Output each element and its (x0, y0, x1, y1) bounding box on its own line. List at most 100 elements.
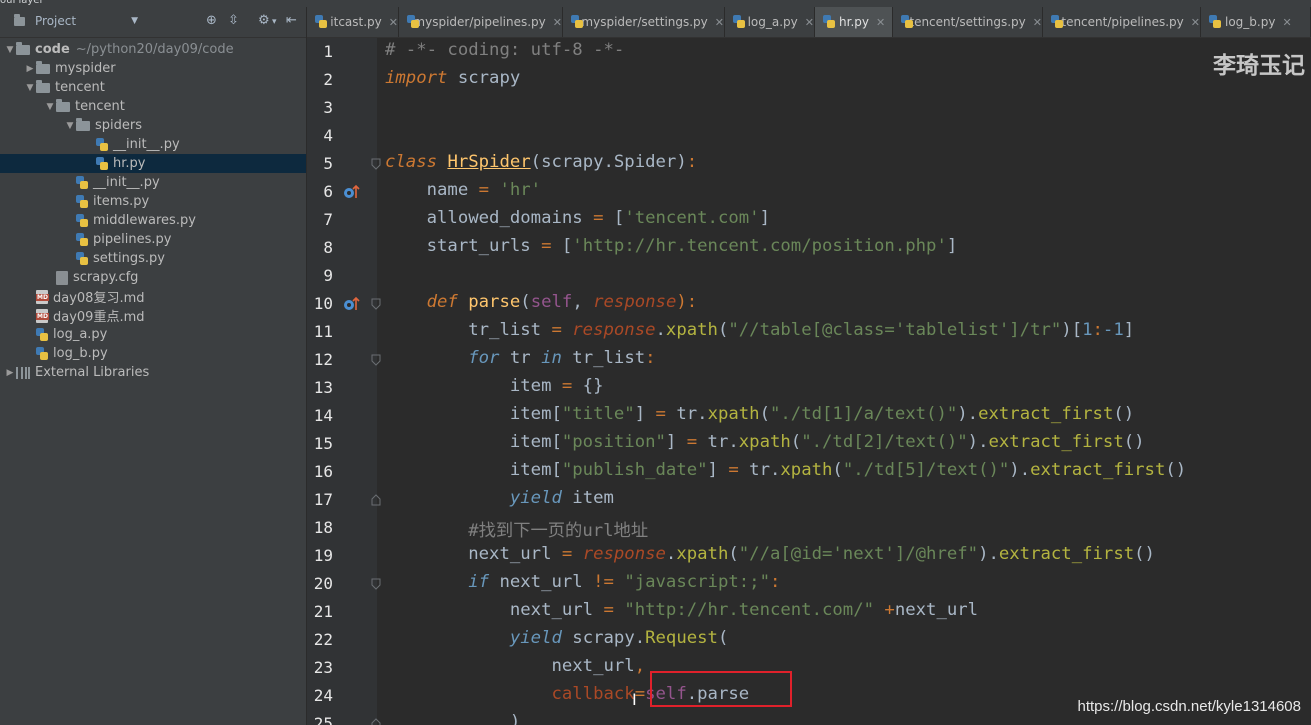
tree-item[interactable]: hr.py (0, 154, 306, 173)
fold-open-icon[interactable] (371, 578, 381, 590)
tab-log-a-py[interactable]: log_a.py ✕ (725, 7, 815, 37)
tree-item[interactable]: ▼ spiders (0, 116, 306, 135)
fold-close-icon[interactable] (371, 718, 381, 725)
tab-label: hr.py (839, 15, 869, 29)
close-icon[interactable]: ✕ (553, 16, 562, 29)
gear-icon[interactable]: ⚙ (258, 13, 270, 28)
tab-itcast-py[interactable]: itcast.py ✕ (307, 7, 399, 37)
hide-panel-icon[interactable]: ⇤ (286, 13, 297, 28)
tree-item[interactable]: scrapy.cfg (0, 268, 306, 287)
tree-item[interactable]: log_b.py (0, 344, 306, 363)
editor-gutter: 1 2 3 4 5 6 7 8 9 10 11 12 13 14 15 16 17 18 19 20 21 22 23 24 2… (307, 38, 381, 725)
tab-myspider-settings-py[interactable]: myspider/settings.py ✕ (563, 7, 725, 37)
locate-icon[interactable]: ⊕ (206, 13, 217, 28)
tree-item-label: spiders (95, 118, 143, 133)
python-file-icon (571, 15, 584, 29)
code-line-17: yield item (509, 488, 614, 508)
chevron-down-icon[interactable]: ▼ (24, 83, 36, 93)
override-marker-icon[interactable] (343, 184, 361, 204)
override-marker-icon[interactable] (343, 296, 361, 316)
tree-item[interactable]: ▼ tencent (0, 78, 306, 97)
line-number: 23 (313, 658, 333, 677)
python-file-icon (901, 15, 915, 29)
config-file-icon (56, 270, 68, 285)
tree-item-label: settings.py (93, 251, 165, 266)
library-icon (16, 366, 30, 379)
python-file-icon (733, 15, 745, 29)
code-editor[interactable]: 1 2 3 4 5 6 7 8 9 10 11 12 13 14 15 16 17 18 19 20 21 22 23 24 2… (307, 38, 1311, 725)
tree-item-path: ~/python20/day09/code (75, 42, 234, 57)
tree-item[interactable]: settings.py (0, 249, 306, 268)
tab-label: log_a.py (747, 15, 798, 29)
tree-item[interactable]: __init__.py (0, 135, 306, 154)
tree-item[interactable]: ▼ tencent (0, 97, 306, 116)
chevron-down-icon[interactable]: ▼ (4, 45, 16, 55)
tree-item[interactable]: __init__.py (0, 173, 306, 192)
tab-myspider-pipelines-py[interactable]: myspider/pipelines.py ✕ (399, 7, 563, 37)
line-number: 2 (323, 70, 333, 89)
code-line-7: allowed_domains = ['tencent.com'] (385, 208, 770, 228)
tab-tencent-pipelines-py[interactable]: tencent/pipelines.py ✕ (1043, 7, 1201, 37)
close-icon[interactable]: ✕ (805, 16, 814, 29)
highlight-box (650, 671, 792, 707)
line-number: 15 (313, 434, 333, 453)
tree-item[interactable]: day08复习.md (0, 287, 306, 306)
tree-item-label: tencent (75, 99, 125, 114)
code-line-2: import scrapy (385, 68, 521, 88)
window-title-strip: ouPlayer (0, 0, 1311, 7)
tree-item-label: pipelines.py (93, 232, 172, 247)
folder-icon (36, 79, 50, 93)
close-icon[interactable]: ✕ (389, 16, 398, 29)
gear-dropdown-icon[interactable]: ▾ (272, 17, 277, 27)
collapse-icon[interactable]: ⇳ (228, 13, 239, 28)
close-icon[interactable]: ✕ (715, 16, 724, 29)
tree-item-label: myspider (55, 61, 116, 76)
code-line-20: if next_url != "javascript:;": (468, 572, 781, 592)
chevron-down-icon[interactable]: ▼ (64, 121, 76, 131)
tree-item-label: __init__.py (113, 137, 180, 152)
chevron-right-icon[interactable]: ▶ (24, 64, 36, 74)
python-file-icon (76, 194, 88, 209)
line-number: 9 (323, 266, 333, 285)
tree-item[interactable]: log_a.py (0, 325, 306, 344)
close-icon[interactable]: ✕ (876, 16, 885, 29)
line-number: 22 (313, 630, 333, 649)
close-icon[interactable]: ✕ (1282, 16, 1291, 29)
code-line-14: item["title"] = tr.xpath("./td[1]/a/text… (385, 404, 1135, 424)
line-number: 14 (313, 406, 333, 425)
line-number: 20 (313, 574, 333, 593)
close-icon[interactable]: ✕ (1033, 16, 1042, 29)
project-view-selector[interactable]: Project ▼ (14, 13, 138, 28)
close-icon[interactable]: ✕ (1191, 16, 1200, 29)
tree-item[interactable]: pipelines.py (0, 230, 306, 249)
fold-open-icon[interactable] (371, 298, 381, 310)
code-line-6: name = 'hr' (385, 180, 542, 200)
chevron-down-icon[interactable]: ▼ (44, 102, 56, 112)
tab-log-b-py[interactable]: log_b.py ✕ (1201, 7, 1311, 37)
tree-item[interactable]: items.py (0, 192, 306, 211)
line-number: 21 (313, 602, 333, 621)
tree-item[interactable]: ▶ External Libraries (0, 363, 306, 382)
fold-open-icon[interactable] (371, 158, 381, 170)
tab-label: myspider/pipelines.py (413, 15, 546, 29)
chevron-down-icon: ▼ (131, 16, 138, 26)
code-line-11: tr_list = response.xpath("//table[@class… (385, 320, 1135, 340)
tree-item[interactable]: day09重点.md (0, 306, 306, 325)
code-line-1: # -*- coding: utf-8 -*- (385, 40, 625, 60)
tree-item[interactable]: middlewares.py (0, 211, 306, 230)
tree-item-label: code (35, 42, 70, 57)
python-file-icon (1209, 15, 1221, 29)
fold-close-icon[interactable] (371, 494, 381, 506)
fold-open-icon[interactable] (371, 354, 381, 366)
tree-item[interactable]: ▶ myspider (0, 59, 306, 78)
line-number: 8 (323, 238, 333, 257)
chevron-right-icon[interactable]: ▶ (4, 368, 16, 378)
python-file-icon (36, 327, 48, 342)
tab-hr-py[interactable]: hr.py ✕ (815, 7, 893, 37)
python-file-icon (823, 15, 835, 29)
python-file-icon (315, 15, 328, 29)
tree-item[interactable]: ▼ code ~/python20/day09/code (0, 40, 306, 59)
line-number: 16 (313, 462, 333, 481)
tree-item-label: External Libraries (35, 365, 150, 380)
tab-tencent-settings-py[interactable]: tencent/settings.py ✕ (893, 7, 1043, 37)
